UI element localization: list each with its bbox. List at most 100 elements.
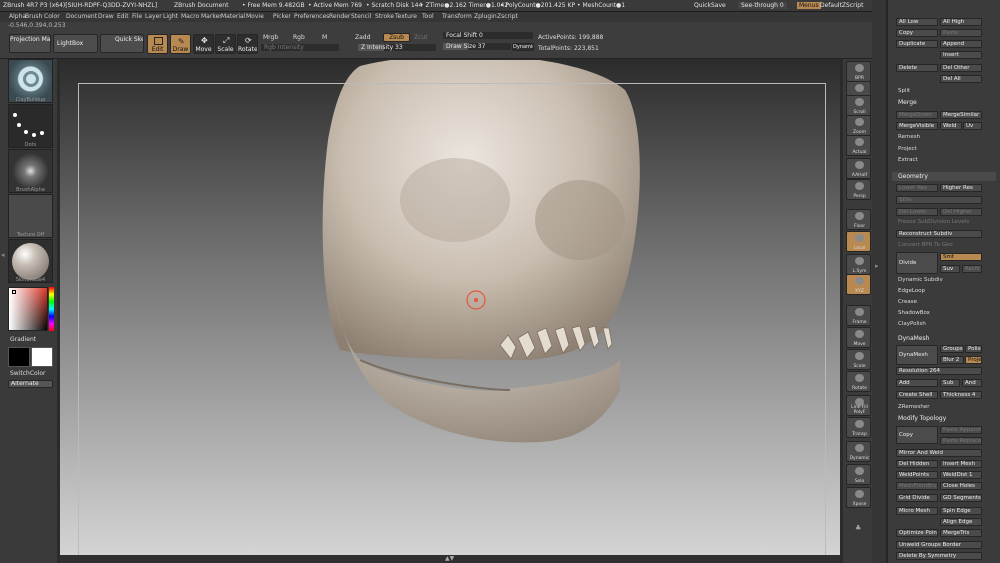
merge-down-button[interactable]: MergeDown xyxy=(896,111,938,119)
del-hidden-button[interactable]: Del Hidden xyxy=(896,460,938,468)
merge-similar-button[interactable]: MergeSimilar xyxy=(940,111,982,119)
alternate-button[interactable]: Alternate xyxy=(8,380,53,388)
color-picker[interactable] xyxy=(8,287,48,331)
menu-light[interactable]: Light xyxy=(163,13,178,20)
draw-button[interactable]: ✎ Draw xyxy=(170,34,191,54)
mergetris-button[interactable]: MergeTris xyxy=(940,529,982,537)
polish-toggle[interactable]: Polish xyxy=(965,345,982,353)
uv-button[interactable]: Uv xyxy=(963,122,982,130)
shelf-xpose-button[interactable]: Xpose xyxy=(846,487,871,508)
dynamic-subdiv-button[interactable]: Dynamic Subdiv xyxy=(898,277,943,283)
menu-alpha[interactable]: Alpha xyxy=(9,13,26,20)
menu-material[interactable]: Material xyxy=(221,13,245,20)
menu-draw[interactable]: Draw xyxy=(98,13,114,20)
shelf-persp-button[interactable]: Persp xyxy=(846,179,871,200)
paste-append-button[interactable]: Paste Append xyxy=(940,426,982,434)
mrgb-toggle[interactable]: Mrgb xyxy=(263,34,278,41)
rgb-toggle[interactable]: Rgb xyxy=(293,34,305,41)
and-button[interactable]: And xyxy=(962,379,982,387)
reuv-toggle[interactable]: ReUV xyxy=(962,265,982,273)
shelf-scale-button[interactable]: Scale xyxy=(846,349,871,370)
menu-macro[interactable]: Macro xyxy=(181,13,199,20)
rgb-intensity-slider[interactable]: Rgb Intensity xyxy=(261,44,339,51)
right-tray-arrow-icon[interactable]: ▸ xyxy=(875,262,879,270)
reconstruct-subdiv-button[interactable]: Reconstruct Subdiv xyxy=(896,230,982,238)
merge-visible-button[interactable]: MergeVisible xyxy=(896,122,938,130)
menu-document[interactable]: Document xyxy=(66,13,97,20)
menu-stroke[interactable]: Stroke xyxy=(375,13,394,20)
shadowbox-button[interactable]: ShadowBox xyxy=(898,310,930,316)
shelf-l-sym-button[interactable]: L.Sym xyxy=(846,254,871,275)
project-toggle[interactable]: Project xyxy=(965,356,982,364)
see-through-slider[interactable]: See-through 0 xyxy=(738,2,787,9)
smt-toggle[interactable]: Smt xyxy=(940,253,982,261)
duplicate-button[interactable]: Duplicate xyxy=(896,40,938,48)
scale-button[interactable]: ⤢ Scale xyxy=(215,34,236,54)
secondary-color-swatch[interactable] xyxy=(31,347,53,367)
shelf-scroll-button[interactable]: Scroll xyxy=(846,95,871,116)
welddist-button[interactable]: WeldDist 1 xyxy=(940,471,982,479)
rotate-button[interactable]: ⟳ Rotate xyxy=(237,34,258,54)
menu-brush[interactable]: Brush xyxy=(25,13,42,20)
menu-zscript[interactable]: Zscript xyxy=(497,13,518,20)
append-button[interactable]: Append xyxy=(940,40,982,48)
dynamic-button[interactable]: Dynamic xyxy=(512,43,534,51)
weld-button[interactable]: Weld xyxy=(940,122,962,130)
del-lower-button[interactable]: Del Lower xyxy=(896,208,938,216)
menus-button[interactable]: Menus xyxy=(797,2,821,9)
shelf-xyz-button[interactable]: XYZ xyxy=(846,274,871,295)
paste-button[interactable]: Paste xyxy=(940,29,982,37)
copy-button[interactable]: Copy xyxy=(896,29,938,37)
menu-zplugin[interactable]: Zplugin xyxy=(474,13,497,20)
move-button[interactable]: ✥ Move xyxy=(193,34,214,54)
mirror-and-weld-button[interactable]: Mirror And Weld xyxy=(896,449,982,457)
meshfrombrush-button[interactable]: MeshFromBrush xyxy=(896,482,938,490)
shelf-solo-button[interactable]: Solo xyxy=(846,464,871,485)
delete-button[interactable]: Delete xyxy=(896,64,938,72)
divide-button[interactable]: Divide xyxy=(896,252,938,274)
menu-color[interactable]: Color xyxy=(44,13,60,20)
shelf-line-fill-polyf-button[interactable]: Line Fill PolyF xyxy=(846,395,871,416)
paste-replace-button[interactable]: Paste Replace xyxy=(940,437,982,445)
menu-edit[interactable]: Edit xyxy=(117,13,129,20)
shelf-floor-button[interactable]: Floor xyxy=(846,209,871,230)
add-button[interactable]: Add xyxy=(896,379,938,387)
gd-segments-button[interactable]: GD Segments xyxy=(940,494,982,502)
groups-toggle[interactable]: Groups xyxy=(940,345,964,353)
all-high-button[interactable]: All High xyxy=(940,18,982,26)
bottom-tray-arrow-icon[interactable]: ▲▼ xyxy=(445,555,454,562)
dynamesh-button[interactable]: DynaMesh xyxy=(896,345,938,365)
suv-toggle[interactable]: Suv xyxy=(940,265,960,273)
shelf-aahalf-button[interactable]: AAHalf xyxy=(846,158,871,179)
menu-marker[interactable]: Marker xyxy=(201,13,222,20)
shelf-rotate-button[interactable]: Rotate xyxy=(846,371,871,392)
crease-button[interactable]: Crease xyxy=(898,299,917,305)
grid-divide-button[interactable]: Grid Divide xyxy=(896,494,938,502)
draw-size-slider[interactable]: Draw Size 37 xyxy=(443,43,511,50)
lightbox-button[interactable]: LightBox xyxy=(53,34,98,53)
switch-color-button[interactable]: SwitchColor xyxy=(10,370,46,377)
shelf-local-button[interactable]: Local xyxy=(846,231,871,252)
menu-layer[interactable]: Layer xyxy=(145,13,162,20)
modify-topology-header[interactable]: Modify Topology xyxy=(898,415,946,422)
zsub-toggle[interactable]: Zsub xyxy=(383,33,410,42)
shelf-bpr-button[interactable]: BPR xyxy=(846,61,871,82)
shelf-actual-button[interactable]: Actual xyxy=(846,135,871,156)
remesh-button[interactable]: Remesh xyxy=(898,134,920,140)
sdiv-slider[interactable]: SDiv xyxy=(896,196,982,204)
shelf-move-button[interactable]: Move xyxy=(846,327,871,348)
zremesher-header[interactable]: ZRemesher xyxy=(898,404,929,410)
projection-master-button[interactable]: Projection Master xyxy=(9,34,51,53)
menu-picker[interactable]: Picker xyxy=(273,13,291,20)
higher-res-button[interactable]: Higher Res xyxy=(940,184,982,192)
align-edge-button[interactable]: Align Edge xyxy=(940,518,982,526)
create-shell-button[interactable]: Create Shell xyxy=(896,391,938,399)
default-zscript-button[interactable]: DefaultZScript xyxy=(820,2,863,9)
project-button[interactable]: Project xyxy=(898,146,917,152)
edgeloop-button[interactable]: EdgeLoop xyxy=(898,288,925,294)
blur-slider[interactable]: Blur 2 xyxy=(940,356,964,364)
thickness-slider[interactable]: Thickness 4 xyxy=(940,391,982,399)
menu-preferences[interactable]: Preferences xyxy=(294,13,329,20)
menu-texture[interactable]: Texture xyxy=(395,13,417,20)
del-all-button[interactable]: Del All xyxy=(940,75,982,83)
